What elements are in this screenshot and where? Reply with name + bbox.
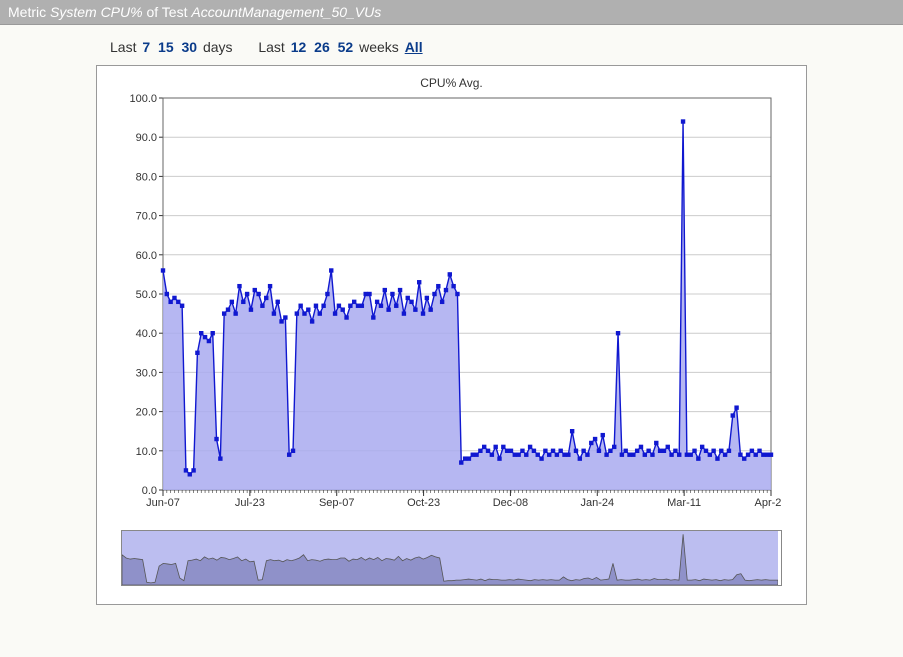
svg-text:0.0: 0.0	[142, 485, 157, 497]
days-suffix: days	[203, 39, 233, 55]
svg-text:Jan-24: Jan-24	[580, 497, 614, 509]
header-bar: Metric System CPU% of Test AccountManage…	[0, 0, 903, 25]
header-prefix: Metric	[8, 4, 50, 20]
chart-frame: CPU% Avg. 0.0 10.0 20.0 30.0 40.0 50.0 60.0 70.…	[96, 65, 807, 605]
svg-text:Dec-08: Dec-08	[493, 497, 528, 509]
svg-text:50.0: 50.0	[136, 289, 157, 301]
svg-text:Sep-07: Sep-07	[319, 497, 354, 509]
main-chart[interactable]: 0.0 10.0 20.0 30.0 40.0 50.0 60.0 70.0 80.0 90.0 1…	[121, 92, 782, 512]
svg-text:40.0: 40.0	[136, 328, 157, 340]
weeks-suffix: weeks	[359, 39, 399, 55]
svg-text:Apr-26: Apr-26	[754, 497, 781, 509]
last-12-weeks-link[interactable]: 12	[289, 39, 309, 55]
svg-text:100.0: 100.0	[129, 93, 157, 105]
svg-text:80.0: 80.0	[136, 171, 157, 183]
header-metric: System CPU%	[50, 4, 143, 20]
svg-text:70.0: 70.0	[136, 211, 157, 223]
last-26-weeks-link[interactable]: 26	[312, 39, 332, 55]
svg-text:Oct-23: Oct-23	[407, 497, 440, 509]
svg-text:Jun-07: Jun-07	[146, 497, 180, 509]
last-30-days-link[interactable]: 30	[180, 39, 200, 55]
svg-text:60.0: 60.0	[136, 250, 157, 262]
last-days-label: Last	[110, 39, 136, 55]
time-range-controls: Last 7 15 30 days Last 12 26 52 weeks Al…	[0, 25, 903, 65]
chart-title: CPU% Avg.	[121, 76, 782, 90]
svg-text:30.0: 30.0	[136, 367, 157, 379]
svg-text:Jul-23: Jul-23	[235, 497, 265, 509]
svg-text:Mar-11: Mar-11	[667, 497, 701, 509]
last-weeks-label: Last	[258, 39, 284, 55]
svg-text:90.0: 90.0	[136, 132, 157, 144]
header-test: AccountManagement_50_VUs	[191, 4, 381, 20]
overview-chart[interactable]	[121, 530, 782, 586]
last-52-weeks-link[interactable]: 52	[336, 39, 356, 55]
svg-text:10.0: 10.0	[136, 446, 157, 458]
header-middle: of Test	[143, 4, 192, 20]
svg-text:20.0: 20.0	[136, 407, 157, 419]
last-15-days-link[interactable]: 15	[156, 39, 176, 55]
last-7-days-link[interactable]: 7	[140, 39, 152, 55]
all-link[interactable]: All	[403, 39, 425, 55]
